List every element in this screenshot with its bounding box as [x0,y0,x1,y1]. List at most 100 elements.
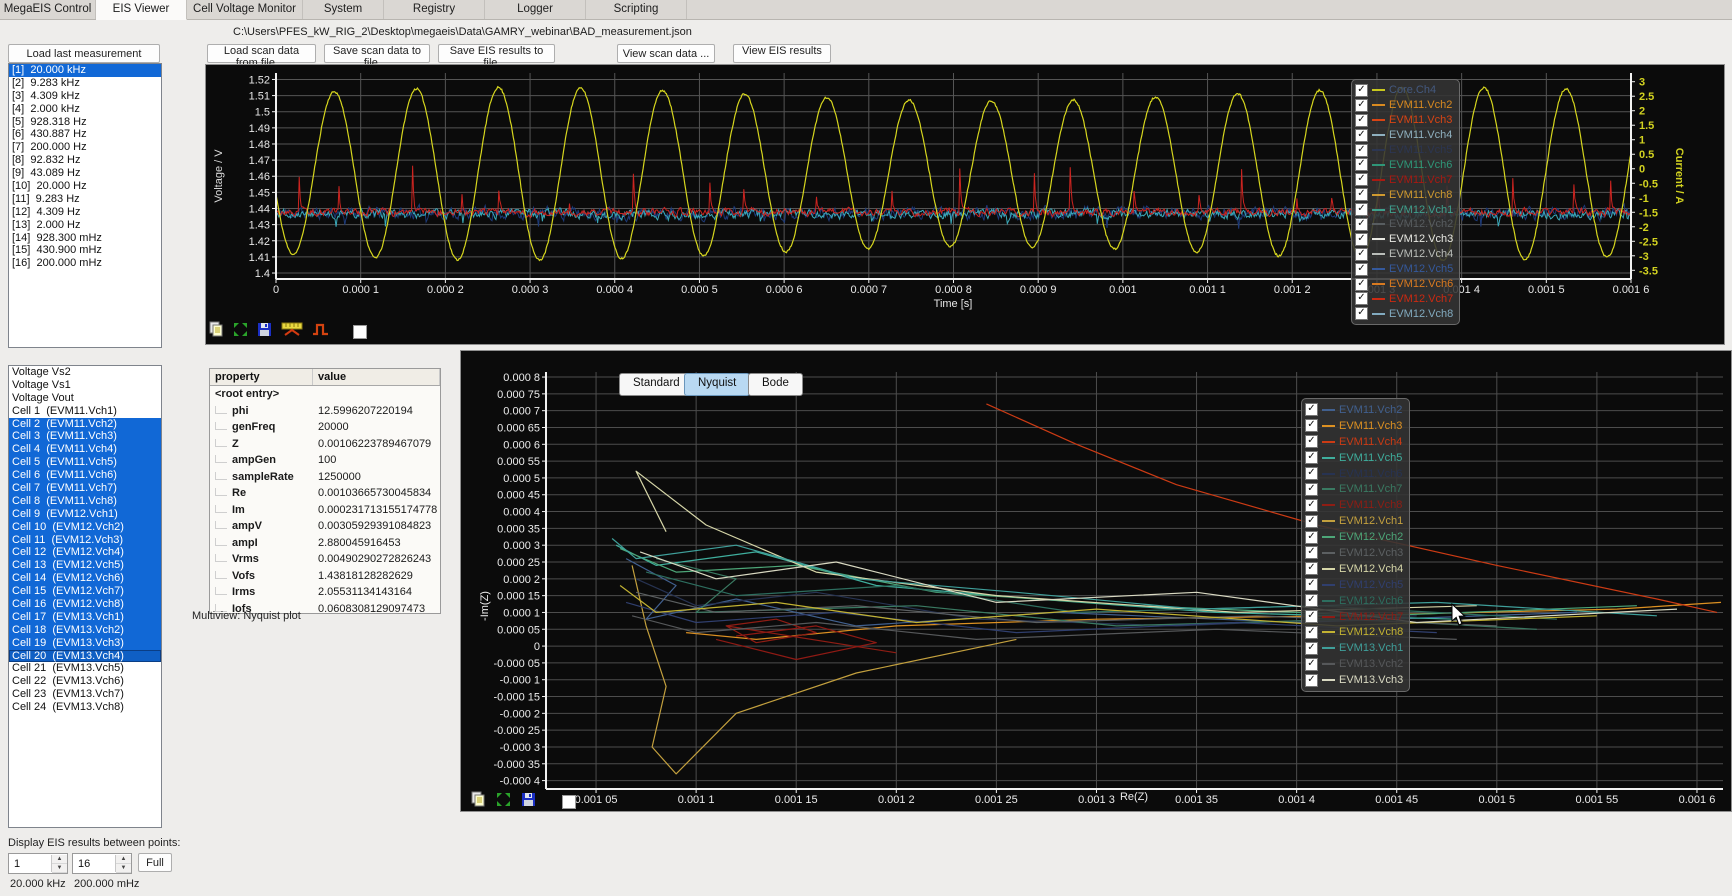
tab-megaeis-control[interactable]: MegaEIS Control [0,0,96,19]
property-row-im[interactable]: Im 0.000231713155174778 [210,502,440,519]
tab-eis-viewer[interactable]: EIS Viewer [96,0,187,20]
channel-list[interactable]: Voltage Vs2 Voltage Vs1 Voltage Vout Cell 1… [8,365,162,828]
axis-scale-icon[interactable] [281,321,303,342]
property-row-ampi[interactable]: ampI 2.880045916453 [210,535,440,552]
channel-item-20[interactable]: Cell 18 (EVM13.Vch2) [9,623,161,637]
freq-item-1[interactable]: [1] 20.000 kHz [9,64,161,77]
range-to-up-button[interactable]: ▲ [116,855,131,864]
freq-item-7[interactable]: [7] 200.000 Hz [9,141,161,154]
channel-item-11[interactable]: Cell 9 (EVM12.Vch1) [9,507,161,521]
view-eis-results-button[interactable]: View EIS results ... [733,44,831,69]
channel-item-8[interactable]: Cell 6 (EVM11.Vch6) [9,469,161,483]
channel-item-24[interactable]: Cell 22 (EVM13.Vch6) [9,675,161,688]
range-from-down-button[interactable]: ▼ [52,864,67,873]
channel-item-10[interactable]: Cell 8 (EVM11.Vch8) [9,494,161,508]
copy-icon[interactable] [209,321,224,342]
property-row-re[interactable]: Re 0.00103665730045834 [210,485,440,502]
tab-registry[interactable]: Registry [384,0,485,19]
channel-item-6[interactable]: Cell 4 (EVM11.Vch4) [9,443,161,457]
save-eis-results-button[interactable]: Save EIS results to file ... [438,44,555,69]
nyquist-legend-checkbox-evm11-vch7[interactable]: ✓ [1305,482,1318,496]
nyquist-legend-checkbox-evm12-vch2[interactable]: ✓ [1305,530,1318,544]
freq-item-12[interactable]: [12] 4.309 Hz [9,206,161,219]
save-scan-data-button[interactable]: Save scan data to file ... [324,44,430,69]
tab-scripting[interactable]: Scripting [586,0,687,19]
property-row-vofs[interactable]: Vofs 1.43818128282629 [210,568,440,585]
scan-legend-checkbox-evm11-vch3[interactable]: ✓ [1355,113,1368,127]
channel-item-17[interactable]: Cell 15 (EVM12.Vch7) [9,585,161,599]
nyquist-legend-checkbox-evm11-vch3[interactable]: ✓ [1305,419,1318,433]
freq-item-16[interactable]: [16] 200.000 mHz [9,257,161,270]
range-to-spinner[interactable]: 16 ▲ ▼ [72,853,132,874]
freq-item-5[interactable]: [5] 928.318 Hz [9,116,161,129]
load-last-measurement-button[interactable]: Load last measurement [8,44,160,63]
nyquist-legend-checkbox-evm11-vch5[interactable]: ✓ [1305,451,1318,465]
scan-legend-checkbox-evm12-vch2[interactable]: ✓ [1355,217,1368,231]
full-range-button[interactable]: Full [138,853,172,872]
property-table[interactable]: property value <root entry> phi 12.599620722… [210,369,440,613]
channel-item-1[interactable]: Voltage Vs1 [9,379,161,392]
scan-legend-checkbox-evm12-vch7[interactable]: ✓ [1355,292,1368,306]
plot-tab-nyquist[interactable]: Nyquist [684,373,751,396]
tab-logger[interactable]: Logger [485,0,586,19]
channel-item-14[interactable]: Cell 12 (EVM12.Vch4) [9,546,161,560]
channel-item-15[interactable]: Cell 13 (EVM12.Vch5) [9,559,161,573]
channel-item-25[interactable]: Cell 23 (EVM13.Vch7) [9,688,161,701]
nyquist-plot-canvas[interactable]: 0.000 8 0.000 75 0.000 7 0.000 65 0.000 6 0.0… [461,351,1729,809]
copy-icon[interactable] [471,791,486,812]
scan-legend-checkbox-evm12-vch4[interactable]: ✓ [1355,247,1368,261]
channel-item-0[interactable]: Voltage Vs2 [9,366,161,379]
save-image-icon[interactable] [257,322,272,342]
nyquist-legend-checkbox-evm13-vch1[interactable]: ✓ [1305,641,1318,655]
nyquist-legend-checkbox-evm12-vch6[interactable]: ✓ [1305,594,1318,608]
property-row-phi[interactable]: phi 12.5996207220194 [210,403,440,420]
property-row-ampgen[interactable]: ampGen 100 [210,452,440,469]
scan-legend-checkbox-evm11-vch8[interactable]: ✓ [1355,188,1368,202]
channel-item-18[interactable]: Cell 16 (EVM12.Vch8) [9,598,161,611]
freq-item-6[interactable]: [6] 430.887 Hz [9,128,161,141]
property-row-samplerate[interactable]: sampleRate 1250000 [210,469,440,486]
nyquist-legend-checkbox-evm11-vch6[interactable]: ✓ [1305,467,1318,480]
nyquist-legend-checkbox-evm12-vch3[interactable]: ✓ [1305,546,1318,560]
nyquist-legend-checkbox-evm12-vch1[interactable]: ✓ [1305,514,1318,528]
channel-item-4[interactable]: Cell 2 (EVM11.Vch2) [9,417,161,431]
channel-item-9[interactable]: Cell 7 (EVM11.Vch7) [9,482,161,495]
channel-item-12[interactable]: Cell 10 (EVM12.Vch2) [9,520,161,534]
channel-item-16[interactable]: Cell 14 (EVM12.Vch6) [9,572,161,586]
channel-item-22[interactable]: Cell 20 (EVM13.Vch4) [9,649,161,663]
scan-legend-checkbox-evm12-vch8[interactable]: ✓ [1355,307,1368,321]
nyquist-legend-checkbox-evm12-vch5[interactable]: ✓ [1305,578,1318,592]
scan-legend-checkbox-evm11-vch4[interactable]: ✓ [1355,128,1368,142]
nyquist-legend-checkbox-evm11-vch8[interactable]: ✓ [1305,498,1318,512]
freq-item-9[interactable]: [9] 43.089 Hz [9,167,161,180]
load-scan-data-button[interactable]: Load scan data from file ... [207,44,316,69]
freq-item-4[interactable]: [4] 2.000 kHz [9,103,161,116]
tab-cell-voltage-monitor[interactable]: Cell Voltage Monitor [187,0,303,19]
nyquist-legend-checkbox-evm12-vch8[interactable]: ✓ [1305,625,1318,639]
scan-legend-checkbox-evm12-vch1[interactable]: ✓ [1355,203,1368,217]
scan-legend-checkbox-evm12-vch6[interactable]: ✓ [1355,277,1368,291]
property-row-genfreq[interactable]: genFreq 20000 [210,419,440,436]
scan-overlay-checkbox[interactable] [353,324,367,339]
scan-legend-checkbox-evm12-vch3[interactable]: ✓ [1355,232,1368,246]
freq-item-15[interactable]: [15] 430.900 mHz [9,244,161,257]
nyquist-legend-checkbox-evm12-vch4[interactable]: ✓ [1305,562,1318,576]
freq-item-10[interactable]: [10] 20.000 Hz [9,180,161,193]
fit-view-icon[interactable] [496,792,511,812]
channel-item-7[interactable]: Cell 5 (EVM11.Vch5) [9,456,161,470]
range-from-up-button[interactable]: ▲ [52,855,67,864]
scan-legend-checkbox-evm12-vch5[interactable]: ✓ [1355,262,1368,276]
nyquist-legend-checkbox-evm12-vch7[interactable]: ✓ [1305,610,1318,624]
channel-item-26[interactable]: Cell 24 (EVM13.Vch8) [9,701,161,714]
channel-item-19[interactable]: Cell 17 (EVM13.Vch1) [9,610,161,624]
channel-item-2[interactable]: Voltage Vout [9,392,161,405]
plot-tab-bode[interactable]: Bode [748,373,803,396]
nyquist-overlay-checkbox[interactable] [562,794,576,809]
frequency-list[interactable]: [1] 20.000 kHz [2] 9.283 kHz [3] 4.309 kHz… [8,63,162,348]
range-from-spinner[interactable]: 1 ▲ ▼ [8,853,68,874]
scan-legend-checkbox-evm11-vch5[interactable]: ✓ [1355,143,1368,157]
scan-legend-checkbox-evm11-vch7[interactable]: ✓ [1355,173,1368,187]
nyquist-legend-checkbox-evm13-vch3[interactable]: ✓ [1305,673,1318,687]
nyquist-legend-checkbox-evm13-vch2[interactable]: ✓ [1305,657,1318,671]
range-to-down-button[interactable]: ▼ [116,864,131,873]
